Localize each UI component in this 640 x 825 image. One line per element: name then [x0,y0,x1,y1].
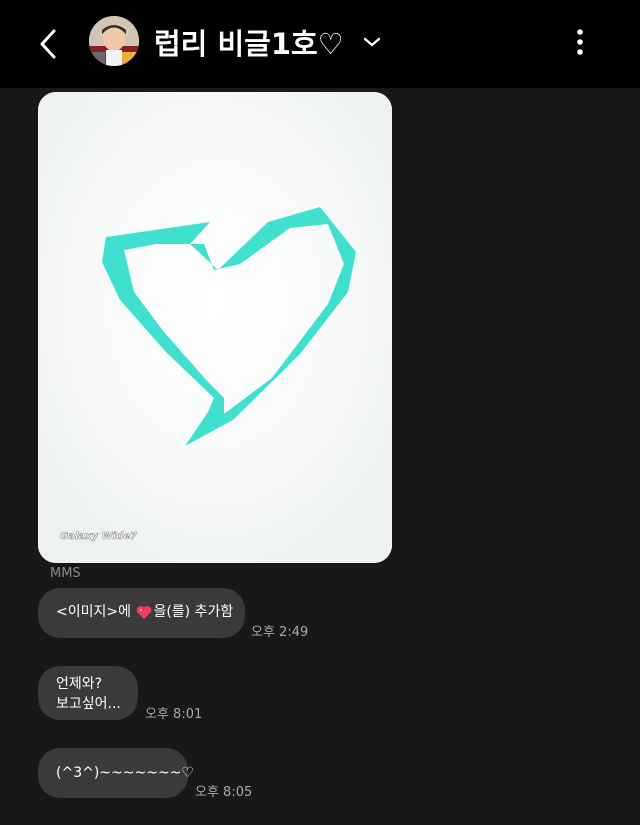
chevron-down-icon [363,37,381,47]
mms-label: MMS [50,566,81,581]
message-timestamp: 오후 8:05 [195,785,253,800]
more-options-button[interactable] [566,24,594,60]
back-chevron-icon [40,29,56,59]
message-text: <이미지>에 [56,604,136,620]
message-timestamp: 오후 2:49 [251,625,309,640]
message-text: 을(를) 추가함 [153,604,234,620]
message-text: (^3^)~~~~~~~♡ [56,765,194,781]
message-bubble[interactable]: <이미지>에 을(를) 추가함 [38,588,245,638]
chat-header: 럽리 비글1호♡ [0,0,640,88]
contact-dropdown-button[interactable] [360,30,384,54]
contact-name[interactable]: 럽리 비글1호♡ [154,24,344,64]
watermark-label: Galaxy Wide7 [60,531,137,542]
message-text-line: 보고싶어... [56,696,121,712]
red-heart-emoji-icon [137,605,152,619]
message-bubble[interactable]: 언제와? 보고싶어... [38,666,138,720]
message-bubble[interactable]: (^3^)~~~~~~~♡ [38,748,194,798]
image-attachment[interactable]: Galaxy Wide7 [38,92,392,563]
message-timestamp: 오후 8:01 [145,707,203,722]
message-text-line: 언제와? [56,676,103,692]
contact-avatar[interactable] [89,16,139,66]
back-button[interactable] [30,24,66,64]
more-vertical-icon [577,29,583,55]
